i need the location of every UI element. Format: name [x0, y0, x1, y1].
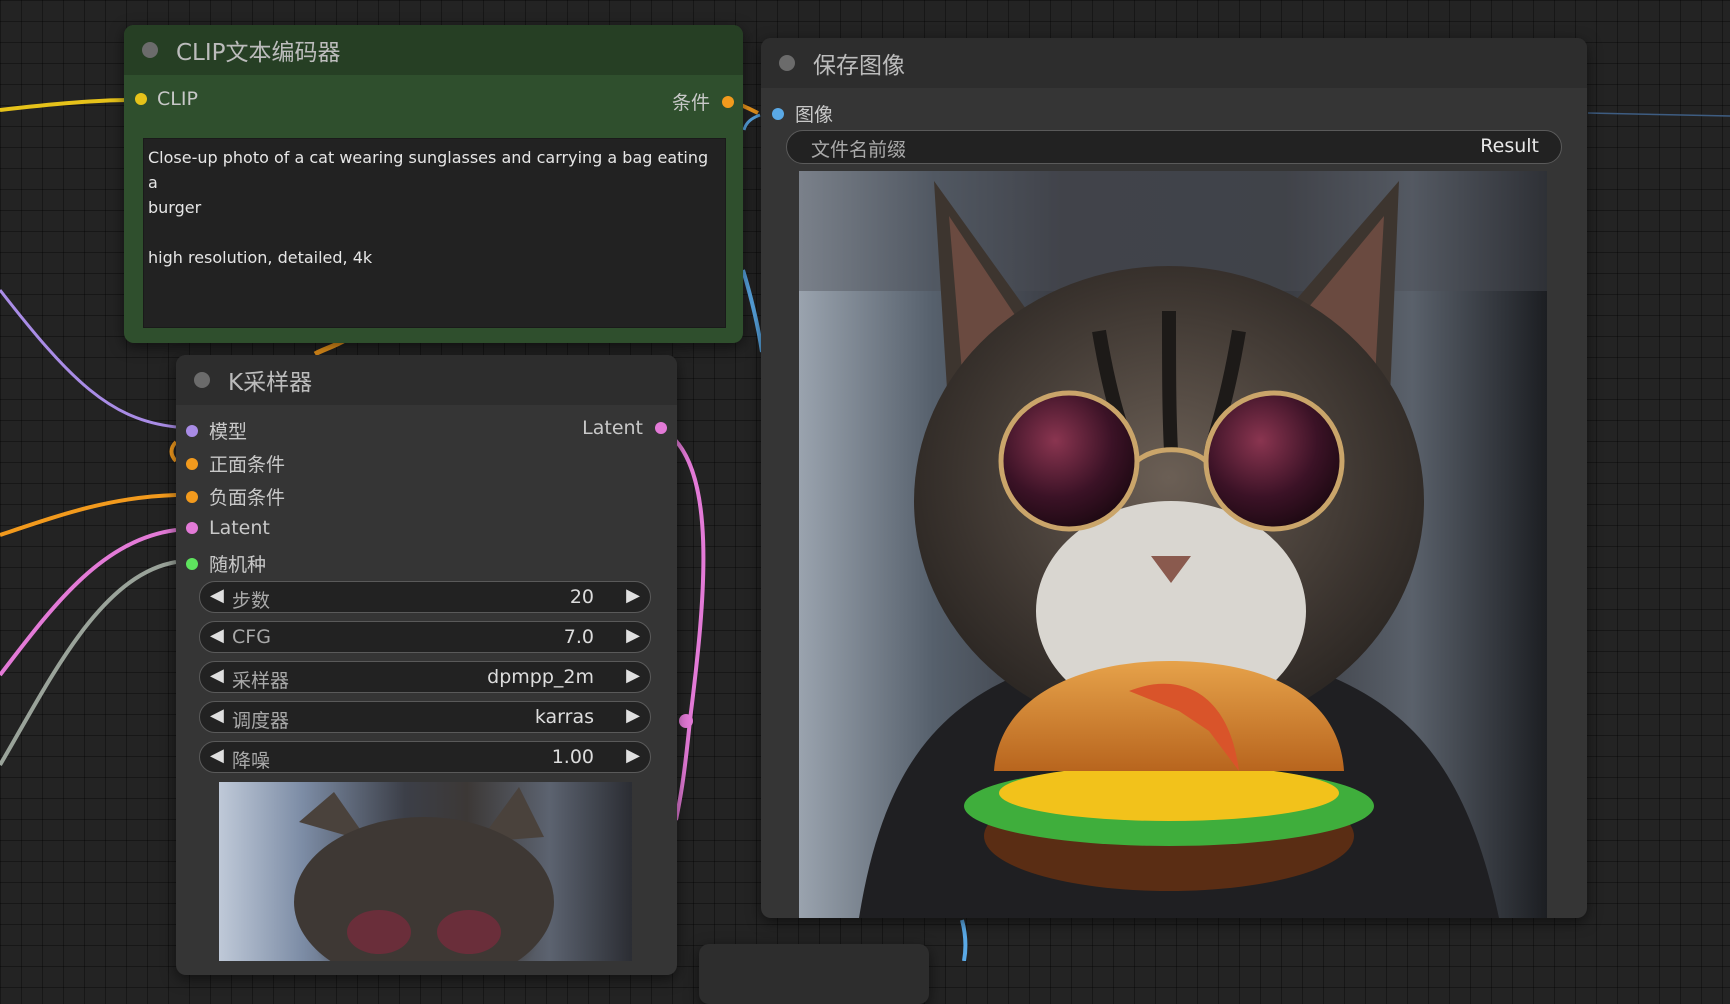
wire-seed-input: [0, 560, 177, 767]
steps-label: 步数: [232, 590, 271, 612]
clip-node-title: CLIP文本编码器: [176, 40, 341, 66]
ksampler-node-header[interactable]: K采样器: [176, 355, 677, 405]
scheduler-widget[interactable]: ◀ 调度器 karras ▶: [199, 701, 651, 733]
wire-image-blue-top: [742, 113, 761, 131]
negative-input-dot-icon[interactable]: [186, 490, 198, 503]
condition-output-label: 条件: [671, 92, 710, 114]
increment-arrow-icon[interactable]: ▶: [626, 705, 640, 726]
collapse-dot-icon[interactable]: [779, 55, 795, 71]
positive-input-label: 正面条件: [209, 454, 286, 476]
scheduler-label: 调度器: [232, 710, 290, 732]
decrement-arrow-icon[interactable]: ◀: [210, 705, 224, 726]
clip-input-dot-icon[interactable]: [135, 93, 147, 105]
wire-clip-input: [0, 98, 131, 112]
seed-input-dot-icon[interactable]: [186, 557, 198, 570]
wire-latent-input: [0, 528, 177, 677]
prompt-line-3: high resolution, detailed, 4k: [148, 248, 373, 267]
sampler-label: 采样器: [232, 670, 290, 692]
filename-prefix-widget[interactable]: 文件名前缀 Result: [786, 130, 1562, 164]
negative-condition-input-slot[interactable]: 负面条件: [186, 483, 285, 510]
collapse-dot-icon[interactable]: [142, 42, 158, 58]
negative-input-label: 负面条件: [209, 487, 286, 509]
cat-sunglasses-burger-icon: [799, 171, 1547, 918]
seed-input-label: 随机种: [209, 554, 267, 576]
wire-faint-blue: [1587, 112, 1730, 117]
increment-arrow-icon[interactable]: ▶: [626, 745, 640, 766]
seed-input-slot[interactable]: 随机种: [186, 550, 266, 577]
steps-widget[interactable]: ◀ 步数 20 ▶: [199, 581, 651, 613]
sampler-widget[interactable]: ◀ 采样器 dpmpp_2m ▶: [199, 661, 651, 693]
ksampler-node[interactable]: K采样器 模型 Latent 正面条件 负面条件 Latent 随机种 ◀ 步数…: [176, 355, 677, 975]
denoise-value: 1.00: [551, 746, 594, 768]
wire-image-blue-bottom: [960, 919, 968, 961]
clip-text-encoder-node[interactable]: CLIP文本编码器 CLIP 条件 Close-up photo of a ca…: [124, 25, 743, 343]
cfg-value: 7.0: [563, 626, 594, 648]
denoise-widget[interactable]: ◀ 降噪 1.00 ▶: [199, 741, 651, 773]
cfg-widget[interactable]: ◀ CFG 7.0 ▶: [199, 621, 651, 653]
model-input-slot[interactable]: 模型: [186, 417, 247, 444]
image-input-slot[interactable]: 图像: [772, 100, 833, 127]
decrement-arrow-icon[interactable]: ◀: [210, 625, 224, 646]
decrement-arrow-icon[interactable]: ◀: [210, 665, 224, 686]
steps-value: 20: [569, 586, 594, 608]
latent-input-label: Latent: [209, 517, 270, 539]
decrement-arrow-icon[interactable]: ◀: [210, 745, 224, 766]
ksampler-node-title: K采样器: [228, 370, 313, 396]
model-input-label: 模型: [209, 421, 248, 443]
increment-arrow-icon[interactable]: ▶: [626, 585, 640, 606]
filename-prefix-value: Result: [1480, 135, 1539, 157]
increment-arrow-icon[interactable]: ▶: [626, 625, 640, 646]
collapse-dot-icon[interactable]: [194, 372, 210, 388]
image-input-dot-icon[interactable]: [772, 107, 784, 120]
cfg-label: CFG: [232, 626, 271, 648]
wire-negative-input: [0, 493, 177, 537]
vae-decode-node-partial[interactable]: [699, 944, 929, 1004]
prompt-line-2: burger: [148, 198, 202, 217]
positive-input-dot-icon[interactable]: [186, 457, 198, 470]
wire-reroute-dot[interactable]: [679, 714, 693, 728]
increment-arrow-icon[interactable]: ▶: [626, 665, 640, 686]
latent-output-dot-icon[interactable]: [655, 422, 667, 434]
denoise-label: 降噪: [232, 750, 271, 772]
save-image-node[interactable]: 保存图像 图像 文件名前缀 Result: [761, 38, 1587, 918]
prompt-textarea[interactable]: Close-up photo of a cat wearing sunglass…: [143, 138, 726, 328]
clip-input-label: CLIP: [157, 88, 198, 110]
latent-output-slot[interactable]: Latent: [582, 417, 667, 439]
scheduler-value: karras: [534, 706, 594, 728]
clip-node-header[interactable]: CLIP文本编码器: [124, 25, 743, 75]
result-image: [799, 171, 1547, 918]
prompt-line-1: Close-up photo of a cat wearing sunglass…: [148, 148, 709, 192]
condition-output-dot-icon[interactable]: [722, 95, 734, 108]
latent-input-slot[interactable]: Latent: [186, 517, 270, 539]
model-input-dot-icon[interactable]: [186, 424, 198, 437]
image-input-label: 图像: [795, 104, 834, 126]
latent-input-dot-icon[interactable]: [186, 522, 198, 534]
condition-output-slot[interactable]: 条件: [672, 88, 734, 115]
filename-prefix-label: 文件名前缀: [811, 139, 907, 161]
wire-image-blue-side: [741, 269, 764, 353]
latent-output-label: Latent: [582, 417, 643, 439]
decrement-arrow-icon[interactable]: ◀: [210, 585, 224, 606]
positive-condition-input-slot[interactable]: 正面条件: [186, 450, 285, 477]
latent-preview-cat-icon: [294, 787, 554, 961]
sampler-value: dpmpp_2m: [487, 666, 594, 688]
save-node-title: 保存图像: [813, 53, 905, 79]
clip-input-slot[interactable]: CLIP: [135, 88, 198, 110]
save-node-header[interactable]: 保存图像: [761, 38, 1587, 88]
latent-preview-image: [219, 782, 632, 961]
